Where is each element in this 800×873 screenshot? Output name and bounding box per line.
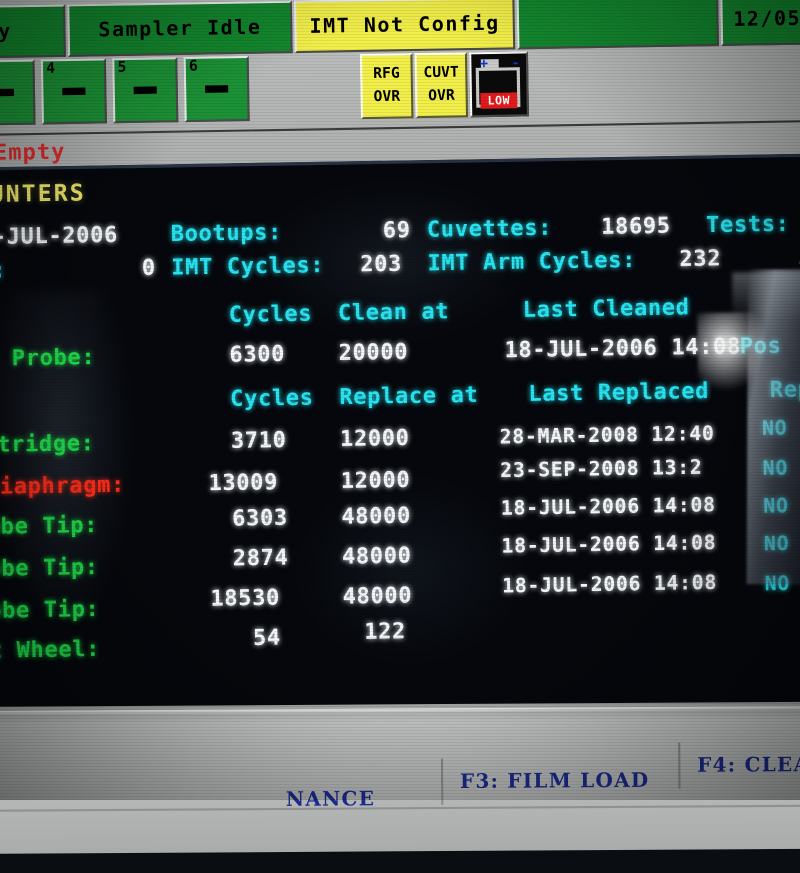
clean-header-threshold: Clean at (338, 298, 450, 325)
table-row-name-5: liquot Wheel: (0, 636, 100, 664)
table-row-flag-3: NO (764, 532, 790, 556)
status-button-standby-label: ndby (0, 20, 12, 44)
summary-windows-value: 0 (142, 255, 156, 280)
rack-button-3[interactable]: 3 (0, 59, 36, 125)
replace-header-last: Last Replaced (528, 378, 709, 406)
table-row-threshold-0: 12000 (340, 425, 410, 451)
summary-installed-value: 18-JUL-2006 (0, 222, 118, 250)
summary-imt-cycles-label: IMT Cycles: (171, 252, 324, 280)
status-button-sampler-idle-label: Sampler Idle (98, 16, 261, 42)
rack-button-5-mark (134, 86, 157, 94)
table-row-cycles-2: 6303 (232, 505, 288, 531)
function-key-f3[interactable]: F3: FILM LOAD (441, 757, 687, 805)
clean-header-last: Last Cleaned (523, 294, 690, 322)
summary-bootups-value: 69 (383, 217, 411, 243)
table-row-name-4: R2 Probe Tip: (0, 596, 100, 624)
table-row-cycles-5: 54 (253, 625, 281, 651)
replace-header-cycles: Cycles (230, 385, 314, 412)
function-key-f2[interactable]: NANCE (286, 776, 423, 823)
rack-button-6[interactable]: 6 (184, 56, 250, 122)
table-row-flag-2: NO (763, 494, 789, 518)
summary-windows-label: indows: (0, 257, 6, 284)
status-button-imt-not-config[interactable]: IMT Not Config (294, 0, 515, 53)
date-display-label: 12/05/22 (733, 6, 800, 31)
table-row-flag-1: NO (763, 457, 789, 481)
table-row-last-3: 18-JUL-2006 14:08 (501, 531, 716, 558)
table-row-name-2: le Probe Tip: (0, 512, 98, 540)
summary-cuvettes-label: Cuvettes: (427, 215, 553, 242)
rack-button-5-number: 5 (117, 59, 126, 76)
table-row-cycles-4: 18530 (210, 585, 280, 611)
table-row-name-1: Diaphragm: (0, 472, 125, 500)
indicator-cuvt-ovr[interactable]: CUVT OVR (415, 52, 469, 118)
status-button-date[interactable]: 12/05/22 (720, 0, 800, 46)
indicator-cuvt-ovr-line1: CUVT (423, 62, 459, 85)
rack-button-4-number: 4 (46, 60, 55, 77)
battery-low-icon[interactable]: + - LOW (469, 51, 529, 117)
monitor-screen: Mult ndby Sampler Idle IMT Not Config 12… (0, 0, 800, 830)
rack-button-6-number: 6 (189, 58, 198, 75)
function-key-f4[interactable]: F4: CLEAN P (678, 741, 800, 789)
rack-button-row: 3 4 5 6 RFG OVR CUVT OVR (0, 46, 800, 126)
table-row-cycles-1: 13009 (208, 469, 278, 495)
replace-header-flag: Rep (770, 376, 800, 402)
status-button-blank[interactable] (517, 0, 719, 49)
indicator-rfg-ovr[interactable]: RFG OVR (360, 53, 414, 119)
summary-imt-arm-label: IMT Arm Cycles: (427, 247, 636, 276)
function-key-bar: NANCE F3: FILM LOAD F4: CLEAN P (0, 756, 800, 854)
table-row-name-3: R1 Probe Tip: (0, 554, 99, 582)
rack-button-3-mark (0, 89, 14, 97)
table-row-last-0: 28-MAR-2008 12:40 (499, 422, 714, 449)
battery-plus-label: + (480, 56, 488, 72)
screen-glare-top (732, 271, 800, 321)
rack-button-6-mark (205, 85, 228, 93)
battery-state-label: LOW (480, 92, 517, 108)
page-title: EM COUNTERS (0, 180, 86, 209)
rack-button-5[interactable]: 5 (112, 57, 178, 123)
top-toolbar: ndby Sampler Idle IMT Not Config 12/05/2… (0, 0, 800, 172)
summary-imt-arm-value: 232 (679, 246, 721, 272)
indicator-rfg-ovr-line1: RFG (373, 63, 400, 86)
rack-button-4[interactable]: 4 (41, 58, 107, 124)
indicator-cuvt-ovr-line2: OVR (428, 85, 455, 108)
clean-row-name: Sample Probe: (0, 344, 95, 372)
summary-bootups-label: Bootups: (171, 219, 283, 246)
summary-tests-label: Tests: (706, 211, 790, 238)
status-button-standby[interactable]: ndby (0, 4, 66, 59)
summary-cuvettes-value: 18695 (601, 213, 671, 239)
table-row-threshold-4: 48000 (342, 582, 412, 608)
alert-message: ottle Empty (0, 139, 66, 167)
bottom-toolbar: NANCE F3: FILM LOAD F4: CLEAN P (0, 701, 800, 854)
table-row-cycles-0: 3710 (231, 427, 287, 453)
table-row-cycles-3: 2874 (233, 545, 289, 571)
table-row-last-1: 23-SEP-2008 13:2 (500, 456, 703, 482)
status-button-sampler-idle[interactable]: Sampler Idle (67, 1, 293, 57)
function-key-f3-label: F3: FILM LOAD (460, 769, 650, 793)
table-row-threshold-5: 122 (364, 618, 406, 644)
replace-header-threshold: Replace at (339, 382, 478, 410)
rack-button-4-mark (62, 88, 85, 96)
clean-row-threshold: 20000 (338, 339, 408, 365)
summary-imt-cycles-value: 203 (360, 251, 402, 277)
table-row-threshold-1: 12000 (341, 467, 411, 493)
clean-header-cycles: Cycles (229, 301, 313, 328)
table-row-name-0: te Cartridge: (0, 430, 95, 458)
battery-minus-label: - (511, 56, 519, 72)
status-button-imt-not-config-label: IMT Not Config (309, 12, 500, 38)
clean-row-last: 18-JUL-2006 14:08 (504, 333, 741, 362)
bottom-toolbar-highlight (0, 706, 800, 716)
function-key-f4-label: F4: CLEAN P (697, 753, 800, 777)
table-row-threshold-2: 48000 (341, 503, 411, 529)
system-counters-panel: EM COUNTERS ed: 18-JUL-2006 Bootups: 69 … (0, 153, 800, 718)
indicator-rfg-ovr-line2: OVR (373, 86, 400, 109)
table-row-flag-0: NO (762, 417, 788, 441)
table-row-flag-4: NO (764, 572, 790, 596)
screen-smudge-left (0, 291, 138, 640)
table-row-threshold-3: 48000 (342, 543, 412, 569)
clean-row-cycles: 6300 (229, 341, 285, 367)
table-row-last-2: 18-JUL-2006 14:08 (501, 493, 716, 520)
table-row-last-4: 18-JUL-2006 14:08 (502, 571, 717, 598)
clean-header-flag: Pos (739, 333, 781, 359)
